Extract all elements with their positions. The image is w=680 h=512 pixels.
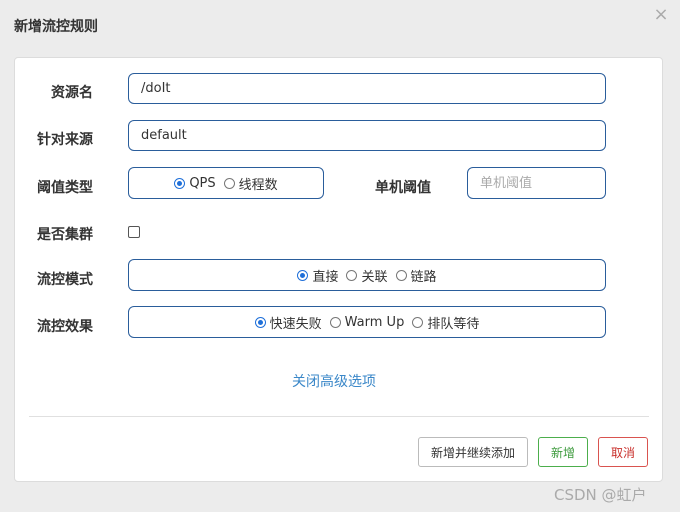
- save-button[interactable]: 新增: [538, 437, 588, 467]
- single-threshold-input[interactable]: [467, 167, 606, 199]
- toggle-advanced-link[interactable]: 关闭高级选项: [292, 371, 376, 391]
- radio-selected-icon[interactable]: [297, 269, 309, 281]
- radio-unselected-icon[interactable]: [395, 269, 407, 281]
- threshold-type-option-qps[interactable]: QPS: [174, 175, 216, 191]
- single-threshold-label: 单机阈值: [375, 180, 431, 196]
- flow-mode-label: 流控模式: [37, 272, 93, 288]
- watermark: CSDN @虹户: [554, 486, 647, 504]
- option-label: 快速失败: [269, 316, 322, 332]
- radio-selected-icon[interactable]: [174, 177, 186, 189]
- radio-unselected-icon[interactable]: [412, 316, 424, 328]
- flow-effect-label: 流控效果: [37, 319, 93, 335]
- option-label: 关联: [361, 269, 388, 285]
- resource-label: 资源名: [51, 85, 93, 101]
- threshold-type-group: QPS 线程数: [128, 167, 324, 199]
- flow-mode-group: 直接 关联 链路: [128, 259, 606, 291]
- add-and-continue-button[interactable]: 新增并继续添加: [418, 437, 528, 467]
- option-label: 排队等待: [427, 316, 480, 332]
- threshold-type-option-threads[interactable]: 线程数: [223, 174, 278, 193]
- option-label: Warm Up: [344, 314, 405, 330]
- flow-effect-group: 快速失败 Warm Up 排队等待: [128, 306, 606, 338]
- close-icon[interactable]: ×: [653, 5, 669, 25]
- radio-unselected-icon[interactable]: [329, 316, 341, 328]
- dialog-title: 新增流控规则: [14, 19, 98, 35]
- cluster-checkbox[interactable]: [128, 226, 140, 238]
- source-label: 针对来源: [37, 132, 93, 148]
- radio-unselected-icon[interactable]: [346, 269, 358, 281]
- flow-mode-option-chain[interactable]: 链路: [395, 266, 437, 285]
- resource-input[interactable]: [128, 73, 606, 104]
- option-label: 直接: [312, 269, 339, 285]
- flow-effect-option-warm-up[interactable]: Warm Up: [329, 314, 405, 330]
- flow-effect-option-fail-fast[interactable]: 快速失败: [254, 313, 322, 332]
- flow-effect-option-queue[interactable]: 排队等待: [412, 313, 479, 332]
- footer-divider: [29, 416, 649, 417]
- threshold-type-label: 阈值类型: [37, 180, 93, 196]
- source-input[interactable]: [128, 120, 606, 151]
- flow-mode-option-relate[interactable]: 关联: [346, 266, 388, 285]
- option-label: 线程数: [238, 177, 278, 193]
- cluster-label: 是否集群: [37, 227, 93, 243]
- option-label: 链路: [410, 269, 437, 285]
- radio-selected-icon[interactable]: [254, 316, 266, 328]
- cancel-button[interactable]: 取消: [598, 437, 648, 467]
- flow-mode-option-direct[interactable]: 直接: [297, 266, 338, 285]
- option-label: QPS: [189, 175, 216, 191]
- radio-unselected-icon[interactable]: [223, 177, 235, 189]
